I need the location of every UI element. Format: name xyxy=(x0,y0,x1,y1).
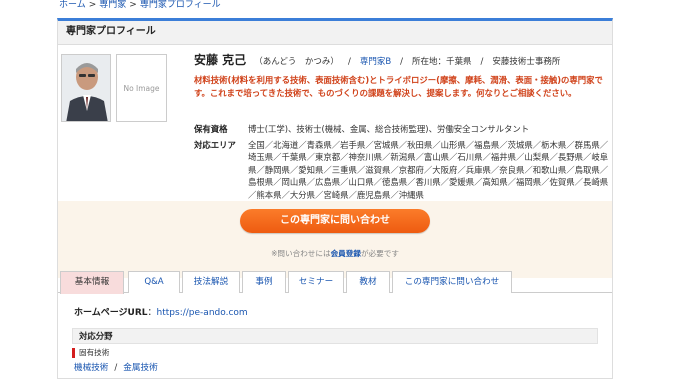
expert-rank-link[interactable]: 専門家B xyxy=(360,57,391,67)
info-table: 保有資格 博士(工学)、技術士(機械、金属、総合技術監理)、労働安全コンサルタン… xyxy=(194,123,610,201)
member-registration-link[interactable]: 会員登録 xyxy=(331,249,361,258)
tab-qa[interactable]: Q&A xyxy=(128,271,180,293)
contact-note-suffix: が必要です xyxy=(360,249,399,258)
expert-photo xyxy=(61,54,111,122)
field-item-link[interactable]: 機械技術 xyxy=(74,363,108,373)
breadcrumb-separator: > xyxy=(129,0,137,10)
qualification-label: 保有資格 xyxy=(194,124,228,134)
fields-heading: 対応分野 xyxy=(72,328,598,344)
fields-subheading: 固有技術 xyxy=(72,348,598,358)
expert-location: 所在地：千葉県 xyxy=(412,57,472,67)
breadcrumb-experts-link[interactable]: 専門家 xyxy=(99,0,126,10)
separator-slash: / xyxy=(347,57,351,67)
homepage-url-link[interactable]: https://pe-ando.com xyxy=(157,308,248,318)
separator-slash: / xyxy=(400,57,404,67)
field-item-link[interactable]: 金属技術 xyxy=(123,363,157,373)
contact-note: ※問い合わせには会員登録が必要です xyxy=(58,248,612,259)
breadcrumb-separator: > xyxy=(88,0,97,10)
separator-slash: / xyxy=(480,57,484,67)
contact-box: この専門家に問い合わせ ※問い合わせには会員登録が必要です xyxy=(58,201,612,278)
separator-slash: / xyxy=(114,363,118,373)
area-value: 全国／北海道／青森県／岩手県／宮城県／秋田県／山形県／福島県／茨城県／栃木県／群… xyxy=(248,139,609,200)
area-label: 対応エリア xyxy=(194,139,236,150)
profile-container: 専門家プロフィール No Image 安藤 克己 （あんどう かつみ） / 専門家B /… xyxy=(57,18,613,379)
expert-portrait-image xyxy=(62,55,110,121)
homepage-row: ホームページURL：https://pe-ando.com xyxy=(74,305,248,318)
qualification-value: 博士(工学)、技術士(機械、金属、総合技術監理)、労働安全コンサルタント xyxy=(248,124,530,134)
contact-note-prefix: ※問い合わせには xyxy=(271,249,331,258)
breadcrumb: ホーム > 専門家 > 専門家プロフィール xyxy=(59,0,221,11)
tab-contact[interactable]: この専門家に問い合わせ xyxy=(392,271,512,293)
tab-technique[interactable]: 技法解説 xyxy=(182,271,240,293)
tab-cases[interactable]: 事例 xyxy=(242,271,286,293)
section-title: 専門家プロフィール xyxy=(58,21,612,45)
contact-expert-button[interactable]: この専門家に問い合わせ xyxy=(240,209,430,233)
expert-office: 安藤技術士事務所 xyxy=(492,57,561,67)
homepage-label: ホームページURL xyxy=(74,308,148,318)
tab-seminar[interactable]: セミナー xyxy=(288,271,344,293)
tab-bar: 基本情報 Q&A 技法解説 事例 セミナー 教材 この専門家に問い合わせ xyxy=(58,271,612,294)
no-image-placeholder: No Image xyxy=(116,54,167,122)
area-row: 対応エリア 全国／北海道／青森県／岩手県／宮城県／秋田県／山形県／福島県／茨城県… xyxy=(194,139,610,202)
fields-section: 対応分野 固有技術 機械技術 / 金属技術 xyxy=(72,328,598,379)
breadcrumb-current-link[interactable]: 専門家プロフィール xyxy=(140,0,221,10)
expert-name: 安藤 克己 xyxy=(194,53,247,67)
qualification-row: 保有資格 博士(工学)、技術士(機械、金属、総合技術監理)、労働安全コンサルタン… xyxy=(194,123,610,136)
expert-name-reading: （あんどう かつみ） xyxy=(254,57,339,67)
expert-catchphrase: 材料技術(材料を利用する技術、表面技術含む)とトライボロジー(摩擦、摩耗、潤滑、… xyxy=(194,75,603,98)
tab-basic-info[interactable]: 基本情報 xyxy=(60,271,124,294)
tab-materials[interactable]: 教材 xyxy=(346,271,390,293)
profile-header: 安藤 克己 （あんどう かつみ） / 専門家B / 所在地：千葉県 / 安藤技術士事務所 材料… xyxy=(194,52,612,99)
breadcrumb-home-link[interactable]: ホーム xyxy=(59,0,86,10)
homepage-colon: ： xyxy=(147,308,157,318)
fields-list: 機械技術 / 金属技術 xyxy=(72,361,598,373)
